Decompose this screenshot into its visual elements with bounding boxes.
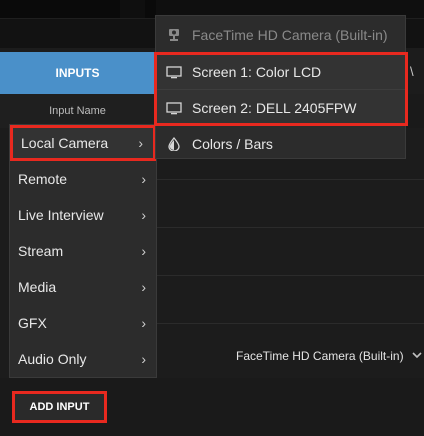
monitor-icon (164, 65, 184, 79)
local-camera-submenu: FaceTime HD Camera (Built-in) Screen 1: … (155, 15, 406, 159)
corner-hint: \ (410, 64, 414, 79)
input-name-column-header: Input Name (0, 94, 155, 128)
color-drop-icon (164, 137, 184, 151)
submenu-item-label: FaceTime HD Camera (Built-in) (192, 27, 388, 43)
menu-item-stream[interactable]: Stream › (10, 233, 156, 269)
menu-item-label: Audio Only (18, 351, 87, 367)
menu-item-label: Live Interview (18, 207, 104, 223)
monitor-icon (164, 101, 184, 115)
menu-item-label: Stream (18, 243, 64, 259)
menu-item-local-camera[interactable]: Local Camera › (10, 125, 156, 161)
menu-item-label: Remote (18, 171, 68, 187)
row-divider (155, 179, 424, 180)
submenu-item-label: Screen 1: Color LCD (192, 64, 322, 80)
camera-select[interactable]: FaceTime HD Camera (Built-in) (236, 349, 422, 363)
chevron-right-icon: › (141, 243, 146, 259)
menu-item-label: GFX (18, 315, 47, 331)
submenu-item-screen-1[interactable]: Screen 1: Color LCD (156, 54, 405, 90)
menu-item-media[interactable]: Media › (10, 269, 156, 305)
menu-item-live-interview[interactable]: Live Interview › (10, 197, 156, 233)
chevron-right-icon: › (141, 171, 146, 187)
camera-select-label: FaceTime HD Camera (Built-in) (236, 349, 404, 363)
chevron-right-icon: › (141, 207, 146, 223)
menu-item-remote[interactable]: Remote › (10, 161, 156, 197)
submenu-item-label: Screen 2: DELL 2405FPW (192, 100, 357, 116)
row-divider (155, 323, 424, 324)
chevron-right-icon: › (141, 315, 146, 331)
tab-inputs[interactable]: INPUTS (0, 52, 155, 94)
submenu-item-screen-2[interactable]: Screen 2: DELL 2405FPW (156, 90, 405, 126)
submenu-item-label: Colors / Bars (192, 136, 273, 152)
chevron-right-icon: › (138, 135, 143, 151)
webcam-icon (164, 28, 184, 42)
row-divider (155, 227, 424, 228)
add-input-button[interactable]: ADD INPUT (12, 391, 107, 423)
menu-item-label: Media (18, 279, 57, 295)
chevron-right-icon: › (141, 351, 146, 367)
menu-item-audio-only[interactable]: Audio Only › (10, 341, 156, 377)
row-divider (155, 275, 424, 276)
menu-item-gfx[interactable]: GFX › (10, 305, 156, 341)
chevron-right-icon: › (141, 279, 146, 295)
submenu-item-colors-bars[interactable]: Colors / Bars (156, 126, 405, 162)
preview-thumbnail (0, 0, 120, 18)
submenu-item-facetime-camera: FaceTime HD Camera (Built-in) (156, 17, 405, 53)
input-type-menu: Local Camera › Remote › Live Interview ›… (9, 124, 157, 378)
chevron-down-icon (412, 351, 422, 362)
menu-item-label: Local Camera (21, 135, 109, 151)
